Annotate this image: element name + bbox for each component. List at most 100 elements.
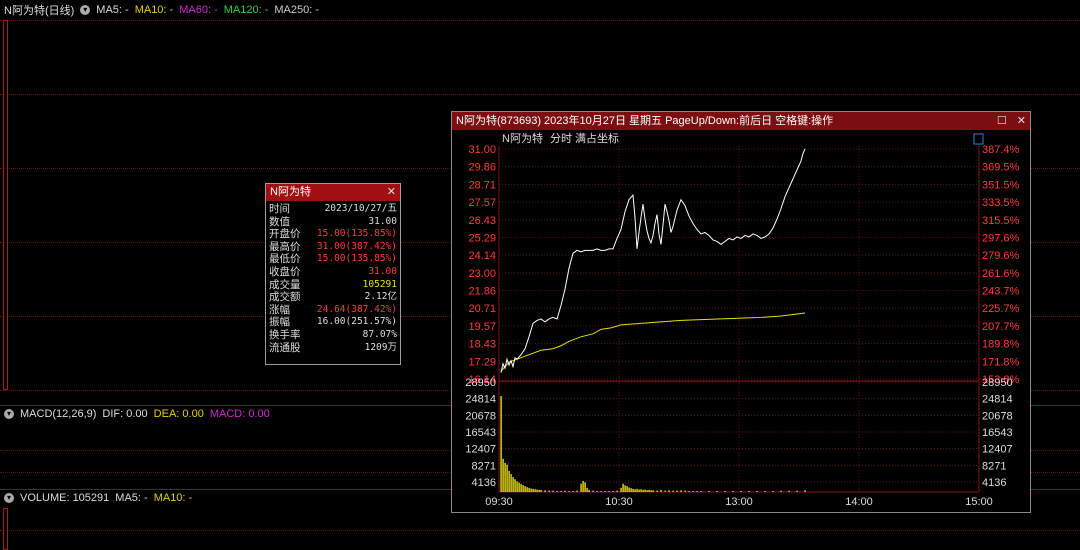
ma60-label: MA60: -: [179, 4, 218, 16]
pct-tick-label: 207.7%: [982, 321, 1020, 333]
price-tick-label: 17.29: [468, 356, 496, 368]
row-label: 成交额: [269, 291, 301, 304]
volume-tick-label: 12407: [465, 444, 496, 456]
volume-bar: [522, 485, 524, 492]
volume-bar: [626, 486, 628, 492]
volume-bar: [624, 485, 626, 492]
chevron-down-icon[interactable]: ▾: [80, 5, 91, 15]
price-tick-label: 27.57: [468, 197, 496, 209]
volume-tick-label: 8271: [472, 460, 496, 472]
volume-ma5: MA5: -: [115, 492, 148, 504]
time-tick-label: 13:00: [725, 496, 753, 508]
main-legend: N阿为特(日线) ▾ MA5: - MA10: - MA60: - MA120:…: [4, 2, 319, 18]
data-window-row: 成交额 2.12亿: [269, 291, 397, 304]
macd-name: MACD(12,26,9): [20, 408, 97, 420]
volume-tick-label-right: 8271: [982, 460, 1006, 472]
volume-bar: [638, 489, 640, 492]
intraday-popup[interactable]: N阿为特(873693) 2023年10月27日 星期五 PageUp/Down…: [451, 111, 1031, 513]
maximize-icon[interactable]: ☐: [997, 112, 1007, 130]
volume-bar: [502, 458, 504, 492]
volume-tick-label-right: 12407: [982, 444, 1013, 456]
pct-tick-label: 369.5%: [982, 162, 1020, 174]
chevron-down-icon[interactable]: ▾: [4, 409, 14, 419]
volume-bar: [516, 481, 518, 492]
pct-tick-label: 261.6%: [982, 268, 1020, 280]
pct-tick-label: 333.5%: [982, 197, 1020, 209]
volume-name: VOLUME: 105291: [20, 492, 110, 504]
price-line: [500, 148, 806, 373]
data-window-row: 成交量 105291: [269, 279, 397, 292]
volume-bar: [772, 490, 774, 492]
volume-bar: [584, 482, 586, 492]
volume-bar: [508, 470, 510, 492]
volume-bar: [804, 490, 806, 492]
time-tick-label: 09:30: [485, 496, 513, 508]
volume-bar: [748, 490, 750, 492]
data-window-row: 时间 2023/10/27/五: [269, 203, 397, 216]
volume-legend: ▾ VOLUME: 105291 MA5: - MA10: -: [4, 490, 192, 506]
price-tick-label: 31.00: [468, 144, 496, 156]
data-window[interactable]: N阿为特 ✕ 时间 2023/10/27/五 数值 31.00 开盘价 15.00(135…: [265, 183, 401, 365]
volume-bar: [592, 490, 594, 492]
volume-bar: [600, 490, 602, 492]
data-window-row: 数值 31.00: [269, 216, 397, 229]
volume-bar: [620, 487, 622, 492]
volume-bar: [568, 490, 570, 492]
row-label: 振幅: [269, 316, 290, 329]
pct-tick-label: 189.8%: [982, 339, 1020, 351]
volume-bar: [504, 462, 506, 492]
volume-bar: [788, 490, 790, 492]
data-window-titlebar[interactable]: N阿为特 ✕: [266, 184, 400, 201]
intraday-chart[interactable]: N阿为特 分时 满占坐标 31.00 387.4% 29.86 369.5% 28.71 351…: [452, 130, 1030, 512]
row-value: 87.07%: [362, 328, 397, 340]
volume-bar: [526, 487, 528, 492]
chevron-down-icon[interactable]: ▾: [4, 493, 14, 503]
scroll-toggle-icon: [973, 133, 984, 145]
volume-bar: [660, 489, 662, 492]
volume-bar: [586, 487, 588, 492]
subheader-coord: 满占坐标: [575, 131, 619, 145]
data-window-row: 最高价 31.00(387.42%): [269, 241, 397, 254]
volume-bar: [664, 490, 666, 492]
row-label: 数值: [269, 215, 290, 228]
volume-bar: [536, 489, 538, 492]
close-icon[interactable]: ✕: [1017, 112, 1026, 130]
row-label: 开盘价: [269, 228, 301, 241]
row-value: 105291: [362, 278, 397, 290]
volume-bar: [708, 490, 710, 492]
daily-candle[interactable]: [3, 20, 8, 390]
volume-bar: [684, 490, 686, 492]
pct-tick-label: 279.6%: [982, 250, 1020, 262]
macd-dea: DEA: 0.00: [153, 408, 204, 420]
ma10-label: MA10: -: [134, 4, 174, 16]
data-window-rows: 时间 2023/10/27/五 数值 31.00 开盘价 15.00(135.85%) 最高…: [266, 201, 400, 354]
row-label: 最低价: [269, 253, 301, 266]
price-tick-label: 18.43: [468, 339, 496, 351]
macd-legend: ▾ MACD(12,26,9) DIF: 0.00 DEA: 0.00 MACD…: [4, 406, 270, 422]
row-value: 15.00(135.85%): [316, 228, 397, 240]
daily-volume-bar[interactable]: [3, 508, 8, 550]
popup-titlebar[interactable]: N阿为特(873693) 2023年10月27日 星期五 PageUp/Down…: [452, 112, 1030, 130]
row-label: 成交量: [269, 278, 301, 291]
price-tick-label: 20.71: [468, 303, 496, 315]
volume-bar: [556, 490, 558, 492]
pct-tick-label: 387.4%: [982, 144, 1020, 156]
volume-bar: [640, 489, 642, 492]
volume-bar: [646, 490, 648, 492]
volume-bar: [656, 490, 658, 492]
time-tick-label: 14:00: [845, 496, 873, 508]
row-value: 31.00: [368, 265, 397, 277]
volume-bar: [544, 490, 546, 492]
row-value: 2023/10/27/五: [324, 203, 397, 214]
volume-tick-label: 20678: [465, 410, 496, 422]
ma5-label: MA5: -: [96, 4, 129, 16]
data-window-row: 流通股 1209万: [269, 342, 397, 355]
price-tick-label: 26.43: [468, 215, 496, 227]
volume-bar: [524, 486, 526, 492]
macd-value: MACD: 0.00: [209, 408, 270, 420]
volume-bar: [528, 487, 530, 492]
volume-bar: [552, 490, 554, 492]
close-icon[interactable]: ✕: [387, 184, 396, 201]
row-label: 换手率: [269, 328, 301, 341]
volume-tick-label: 16543: [465, 427, 496, 439]
